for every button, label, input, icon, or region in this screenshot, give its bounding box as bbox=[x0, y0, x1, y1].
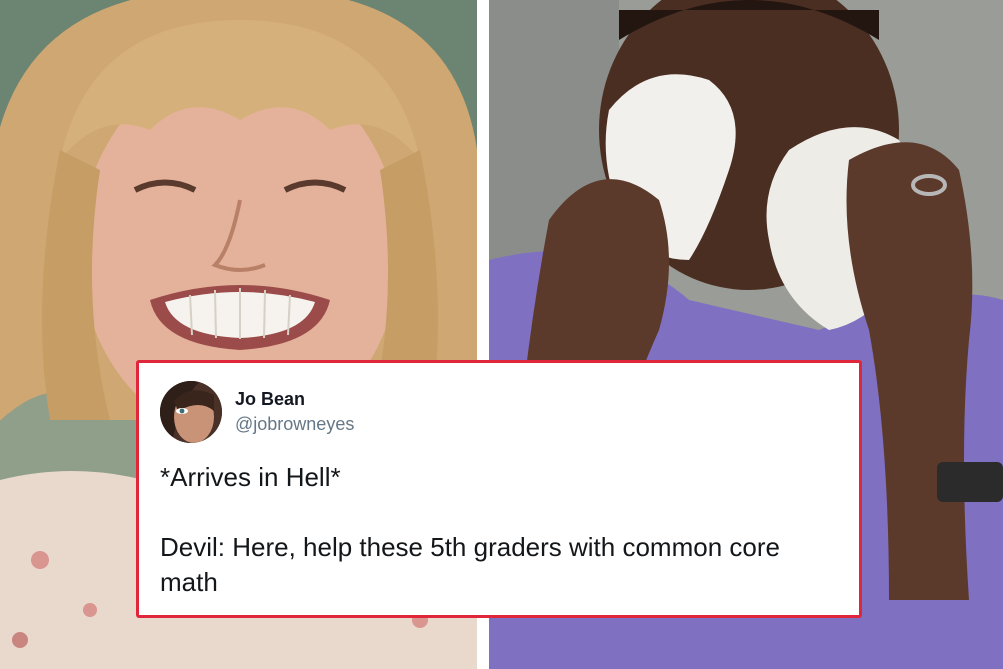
tweet-line: *Arrives in Hell* bbox=[160, 462, 341, 492]
tweet-card: Jo Bean @jobrowneyes *Arrives in Hell* D… bbox=[136, 360, 862, 618]
tweet-line: Devil: Here, help these 5th graders with… bbox=[160, 532, 780, 562]
tweet-display-name[interactable]: Jo Bean bbox=[235, 389, 305, 410]
meme-image: Jo Bean @jobrowneyes *Arrives in Hell* D… bbox=[0, 0, 1003, 669]
tweet-line: math bbox=[160, 567, 218, 597]
tweet-body: *Arrives in Hell* Devil: Here, help thes… bbox=[160, 460, 840, 600]
avatar-photo bbox=[160, 381, 222, 443]
user-avatar-icon[interactable] bbox=[160, 381, 222, 443]
tweet-handle[interactable]: @jobrowneyes bbox=[235, 414, 354, 435]
